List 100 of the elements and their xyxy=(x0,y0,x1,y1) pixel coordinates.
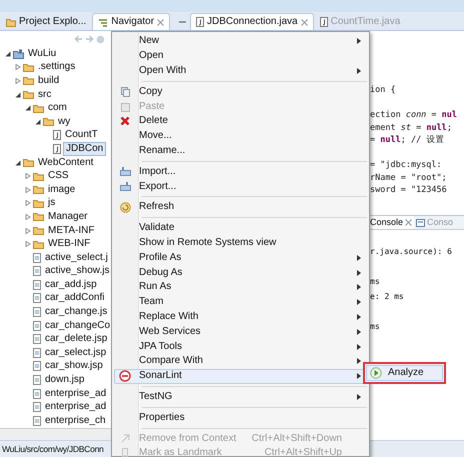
jsp-file-icon xyxy=(33,375,41,386)
close-icon[interactable] xyxy=(157,18,164,26)
tree-item[interactable]: car_addConfi xyxy=(43,292,106,304)
menu-item[interactable]: Validate xyxy=(114,220,367,236)
jsp-file-icon xyxy=(33,388,41,399)
expand-arrow-icon[interactable] xyxy=(24,241,30,248)
collapse-arrow-icon[interactable] xyxy=(14,160,20,166)
menu-item[interactable]: JPA Tools xyxy=(114,339,367,354)
forward-arrow-icon[interactable] xyxy=(85,35,94,43)
console-line: e: 2 ms xyxy=(370,292,404,301)
tree-item[interactable]: com xyxy=(46,102,69,114)
close-icon[interactable] xyxy=(405,219,412,226)
tree-item[interactable]: js xyxy=(46,197,58,210)
expand-arrow-icon[interactable] xyxy=(24,228,30,234)
view-tab[interactable]: Project Explo... xyxy=(0,13,92,30)
menu-item[interactable]: Copy xyxy=(114,84,367,100)
folder-icon xyxy=(43,117,54,126)
jsp-file-icon xyxy=(33,348,41,358)
menu-item[interactable]: Web Services xyxy=(114,324,367,340)
collapse-arrow-icon[interactable] xyxy=(34,118,40,125)
collapse-arrow-icon[interactable] xyxy=(24,105,30,112)
tree-item[interactable]: CountT xyxy=(63,129,100,142)
expand-arrow-icon[interactable] xyxy=(24,173,30,180)
code-line: = null; // 设置 xyxy=(370,135,444,145)
expand-arrow-icon[interactable] xyxy=(24,186,30,193)
refresh-icon xyxy=(120,202,130,213)
code-line: rName = "root"; xyxy=(370,172,447,182)
tree-item[interactable]: enterprise_ad xyxy=(43,388,108,400)
menu-item[interactable]: Replace With xyxy=(114,310,367,324)
editor-tab[interactable]: JDBConnection.java xyxy=(190,13,314,30)
folder-icon xyxy=(33,226,44,236)
menu-item[interactable]: Open xyxy=(114,48,367,64)
folder-icon xyxy=(23,90,34,100)
close-icon[interactable] xyxy=(300,18,308,26)
menu-item[interactable]: Export... xyxy=(114,179,367,194)
expand-arrow-icon[interactable] xyxy=(24,214,30,220)
tree-item[interactable]: CSS xyxy=(46,170,71,182)
tree-item[interactable]: car_changeCo xyxy=(43,320,112,332)
tree-item[interactable]: car_select.jsp xyxy=(43,346,108,359)
menu-item[interactable]: Open With xyxy=(114,64,367,78)
menu-item[interactable]: Import... xyxy=(114,164,367,180)
tree-item[interactable]: enterprise_ch xyxy=(43,414,108,427)
expand-arrow-icon[interactable] xyxy=(14,78,20,84)
tree-item[interactable]: car_delete.jsp xyxy=(43,333,110,346)
tree-item[interactable]: car_show.jsp xyxy=(43,360,105,372)
code-line: sword = "123456 xyxy=(370,185,447,195)
menu-item[interactable]: Move... xyxy=(114,128,367,144)
menu-item[interactable]: Delete xyxy=(114,114,367,129)
tree-item[interactable]: image xyxy=(46,184,78,196)
back-arrow-icon[interactable] xyxy=(74,35,83,43)
menu-item[interactable]: Refresh xyxy=(114,200,367,215)
tree-item[interactable]: car_add.jsp xyxy=(43,278,99,291)
tree-item[interactable]: down.jsp xyxy=(43,374,86,386)
jsp-file-icon xyxy=(33,334,41,344)
tree-item[interactable]: WuLiu xyxy=(26,48,58,60)
collapse-arrow-icon[interactable] xyxy=(4,50,10,57)
tree-item[interactable]: WEB-INF xyxy=(46,238,92,250)
delete-icon xyxy=(120,116,130,126)
collapse-arrow-icon[interactable] xyxy=(14,92,20,98)
java-file-icon xyxy=(53,130,61,140)
expand-arrow-icon[interactable] xyxy=(14,64,20,70)
menu-item[interactable]: TestNG xyxy=(114,390,367,404)
console-tab[interactable]: Console xyxy=(368,216,414,229)
tree-item[interactable]: META-INF xyxy=(46,224,96,237)
jsp-file-icon xyxy=(33,307,41,318)
menu-item[interactable]: Profile As xyxy=(114,250,367,266)
tree-item[interactable]: src xyxy=(36,88,54,101)
jsp-file-icon xyxy=(33,361,41,372)
tree-item[interactable]: JDBCon xyxy=(63,142,106,156)
menu-item[interactable]: Properties xyxy=(114,410,367,426)
expand-arrow-icon[interactable] xyxy=(24,200,30,206)
copy-icon xyxy=(120,86,130,97)
console-icon xyxy=(416,218,426,226)
menu-item[interactable]: Compare With xyxy=(114,354,367,369)
code-line: ection conn = nul xyxy=(370,110,458,120)
jsp-file-icon xyxy=(33,266,41,276)
menu-item[interactable]: Run As xyxy=(114,280,367,295)
folder-icon xyxy=(6,18,16,26)
folder-icon xyxy=(23,76,34,86)
tree-item[interactable]: .settings xyxy=(36,61,78,74)
tree-item[interactable]: Manager xyxy=(46,210,90,223)
tree-item[interactable]: enterprise_ad xyxy=(43,401,108,414)
menu-item[interactable]: Rename... xyxy=(114,144,367,158)
tree-item[interactable]: car_change.js xyxy=(43,306,110,318)
menu-item[interactable]: Team xyxy=(114,294,367,310)
folder-icon xyxy=(33,240,44,249)
tree-item[interactable]: build xyxy=(36,74,62,87)
code-line: ement st = null; xyxy=(370,122,452,132)
menu-item[interactable]: Show in Remote Systems view xyxy=(114,236,367,250)
tree-item[interactable]: active_show.js xyxy=(43,265,112,278)
menu-item[interactable]: Debug As xyxy=(114,265,367,280)
tree-item[interactable]: WebContent xyxy=(36,156,96,169)
status-path: WuLiu/src/com/wy/JDBConn xyxy=(2,444,104,454)
tree-item[interactable]: wy xyxy=(56,116,72,128)
jsp-file-icon xyxy=(33,280,41,290)
tree-item[interactable]: active_select.j xyxy=(43,252,110,264)
view-tab[interactable]: Navigator xyxy=(92,13,170,30)
folder-icon xyxy=(23,158,34,168)
menu-item[interactable]: New xyxy=(114,34,367,49)
menu-item[interactable]: Analyze xyxy=(366,365,443,381)
